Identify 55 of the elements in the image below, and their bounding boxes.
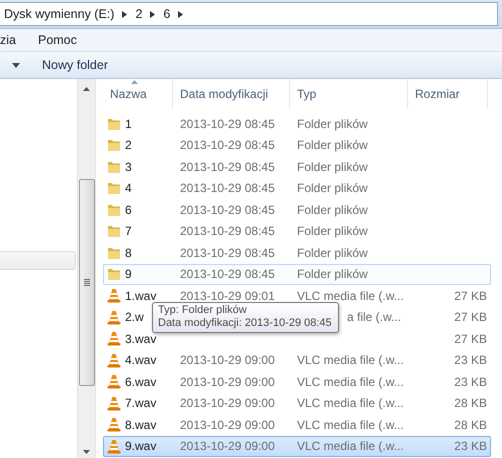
file-size: 27 KB (454, 332, 488, 346)
date-modified: 2013-10-29 09:00 (179, 439, 275, 454)
tooltip-line: Data modyfikacji: 2013-10-29 08:45 (158, 317, 332, 330)
file-name: 8 (125, 246, 132, 260)
file-type: Folder plików (296, 160, 368, 174)
file-name: 4.wav (125, 353, 156, 368)
file-name: 9.wav (125, 439, 156, 454)
file-name: 3 (125, 160, 132, 174)
file-name: 8.wav (125, 418, 156, 432)
file-name: 4 (125, 181, 132, 196)
date-modified: 2013-10-29 09:00 (179, 353, 275, 368)
file-name: 6 (125, 202, 132, 217)
file-name: 7.wav (125, 396, 156, 410)
date-modified: 2013-10-29 09:00 (179, 374, 275, 389)
file-name: 1 (125, 116, 132, 131)
file-type: VLC media file (.w... (296, 396, 404, 410)
file-type: VLC media file (.w... (296, 288, 404, 303)
date-modified: 2013-10-29 09:01 (179, 288, 275, 303)
file-name: 6.wav (125, 374, 156, 389)
date-modified: 2013-10-29 08:45 (179, 246, 275, 260)
file-size: 28 KB (454, 418, 488, 432)
file-size: 28 KB (454, 396, 488, 410)
file-name: 2 (125, 138, 132, 152)
file-type: Folder plików (296, 138, 368, 152)
file-type: VLC media file (.w... (296, 418, 404, 432)
date-modified: 2013-10-29 08:45 (179, 138, 275, 152)
file-type: a file (.w... (346, 310, 402, 324)
date-modified: 2013-10-29 08:45 (179, 224, 275, 238)
file-type: VLC media file (.w... (296, 353, 404, 368)
file-type: Folder plików (296, 202, 368, 217)
file-size: 23 KB (454, 439, 488, 454)
file-size: 23 KB (454, 353, 488, 368)
file-name: 7 (125, 224, 132, 238)
file-type: Folder plików (296, 116, 368, 131)
date-modified: 2013-10-29 09:00 (179, 418, 275, 432)
file-name: 2.w (125, 310, 144, 324)
file-size: 27 KB (454, 310, 488, 324)
date-modified: 2013-10-29 08:45 (179, 116, 275, 131)
file-type: Folder plików (296, 224, 368, 238)
file-type: Folder plików (296, 267, 368, 282)
file-type: Folder plików (296, 246, 368, 260)
date-modified: 2013-10-29 08:45 (179, 181, 275, 196)
file-type: VLC media file (.w... (296, 374, 404, 389)
date-modified: 2013-10-29 08:45 (179, 267, 275, 282)
file-name: 3.wav (125, 332, 156, 346)
file-name: 1.wav (125, 288, 156, 303)
date-modified: 2013-10-29 09:00 (179, 396, 275, 410)
file-name: 9 (125, 267, 132, 282)
file-size: 27 KB (454, 288, 488, 303)
file-size: 23 KB (454, 374, 488, 389)
date-modified: 2013-10-29 08:45 (179, 202, 275, 217)
file-type: Folder plików (296, 181, 368, 196)
file-type: VLC media file (.w... (296, 439, 404, 454)
date-modified: 2013-10-29 08:45 (179, 160, 275, 174)
tooltip-line: Typ: Folder plików (158, 304, 248, 317)
